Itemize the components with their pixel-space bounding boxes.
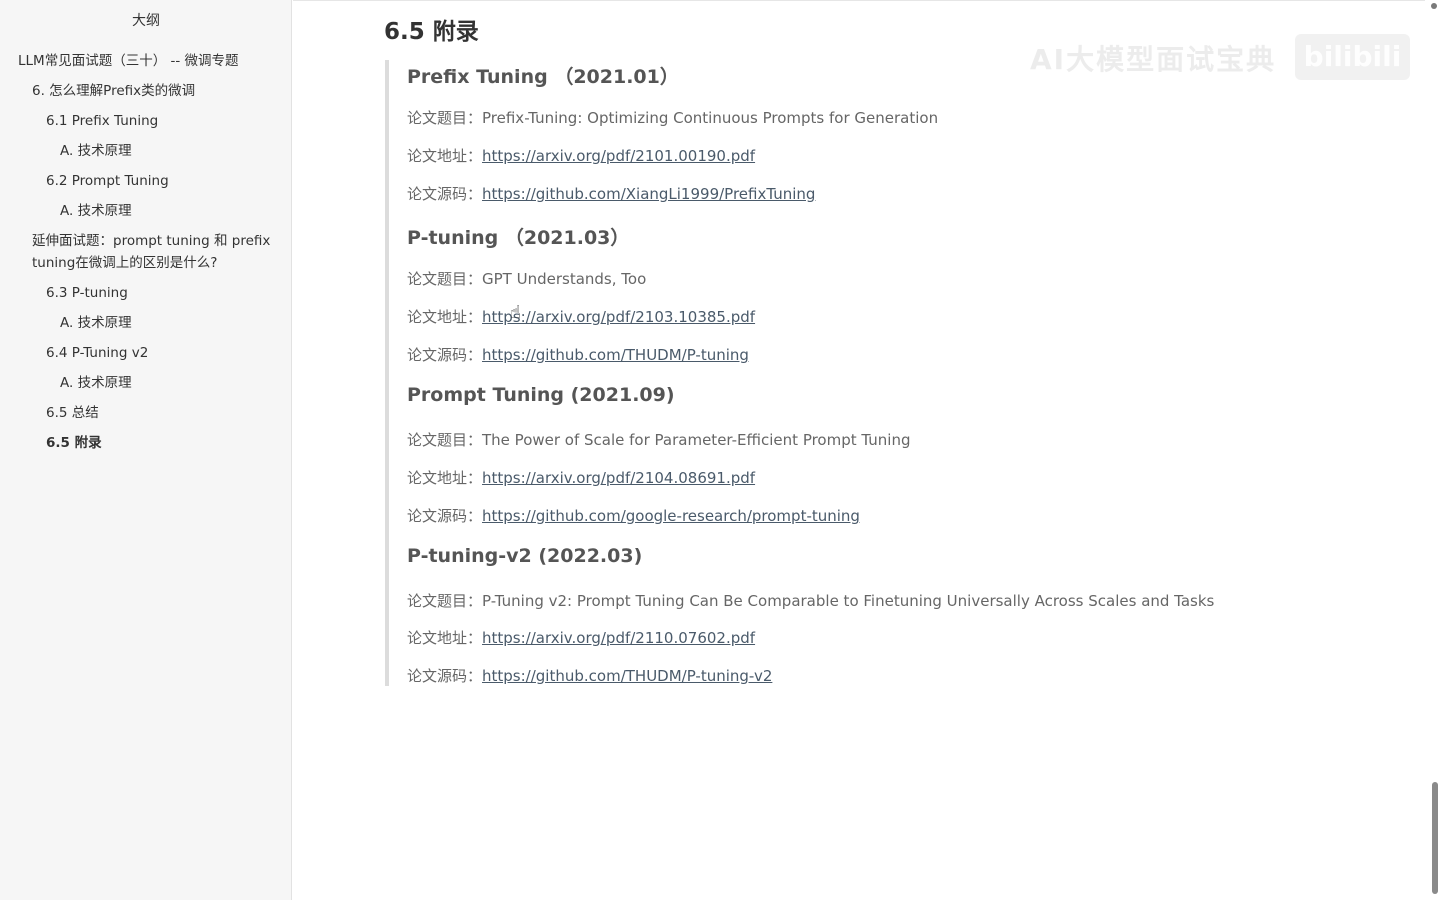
label: 论文源码： — [407, 507, 483, 525]
watermark-text: AI大模型面试宝典 — [1030, 43, 1277, 76]
outline-item[interactable]: 6.4 P-Tuning v2 — [0, 338, 292, 368]
paper-heading: Prompt Tuning (2021.09) — [407, 384, 675, 406]
outline-item[interactable]: 延伸面试题：prompt tuning 和 prefix tuning在微调上的… — [0, 226, 292, 278]
app-window: 大纲 LLM常见面试题（三十） -- 微调专题 6. 怎么理解Prefix类的微… — [0, 0, 1440, 900]
label: 论文地址： — [407, 629, 483, 647]
label: 论文地址： — [407, 308, 483, 326]
paper-code-line: 论文源码：https://github.com/THUDM/P-tuning — [407, 344, 749, 365]
section-heading: 6.5 附录 — [384, 19, 479, 45]
paper-url-line: 论文地址：https://arxiv.org/pdf/2103.10385.pd… — [407, 306, 755, 327]
paper-code-link[interactable]: https://github.com/XiangLi1999/PrefixTun… — [482, 185, 815, 203]
outline-item[interactable]: 6.3 P-tuning — [0, 278, 292, 308]
paper-url-line: 论文地址：https://arxiv.org/pdf/2104.08691.pd… — [407, 467, 755, 488]
outline-item[interactable]: A. 技术原理 — [0, 308, 292, 338]
paper-url-link[interactable]: https://arxiv.org/pdf/2104.08691.pdf — [482, 469, 755, 487]
paper-heading: Prefix Tuning （2021.01） — [407, 66, 679, 88]
divider — [293, 0, 1425, 1]
outline-item[interactable]: A. 技术原理 — [0, 136, 292, 166]
paper-code-line: 论文源码：https://github.com/google-research/… — [407, 505, 860, 526]
outline-list: LLM常见面试题（三十） -- 微调专题 6. 怎么理解Prefix类的微调 6… — [0, 46, 292, 458]
label: 论文地址： — [407, 469, 483, 487]
outline-item[interactable]: 6.2 Prompt Tuning — [0, 166, 292, 196]
paper-title-line: 论文题目：GPT Understands, Too — [407, 268, 646, 289]
paper-title: Prefix-Tuning: Optimizing Continuous Pro… — [482, 109, 939, 127]
paper-title-line: 论文题目：The Power of Scale for Parameter-Ef… — [407, 429, 911, 450]
outline-item[interactable]: LLM常见面试题（三十） -- 微调专题 — [0, 46, 292, 76]
paper-code-line: 论文源码：https://github.com/THUDM/P-tuning-v… — [407, 665, 772, 686]
outline-title: 大纲 — [132, 13, 160, 29]
label: 论文题目： — [407, 592, 483, 610]
paper-title-line: 论文题目：Prefix-Tuning: Optimizing Continuou… — [407, 107, 938, 128]
label: 论文源码： — [407, 185, 483, 203]
outline-item[interactable]: 6. 怎么理解Prefix类的微调 — [0, 76, 292, 106]
paper-url-link[interactable]: https://arxiv.org/pdf/2110.07602.pdf — [482, 629, 755, 647]
hand-cursor-icon: ☝ — [510, 302, 521, 323]
outline-item[interactable]: A. 技术原理 — [0, 368, 292, 398]
label: 论文题目： — [407, 109, 483, 127]
outline-item[interactable]: 6.1 Prefix Tuning — [0, 106, 292, 136]
outline-item[interactable]: A. 技术原理 — [0, 196, 292, 226]
paper-url-line: 论文地址：https://arxiv.org/pdf/2110.07602.pd… — [407, 627, 755, 648]
paper-heading: P-tuning （2021.03） — [407, 227, 630, 249]
label: 论文题目： — [407, 270, 483, 288]
paper-code-link[interactable]: https://github.com/THUDM/P-tuning-v2 — [482, 667, 772, 685]
paper-title: P-Tuning v2: Prompt Tuning Can Be Compar… — [482, 592, 1215, 610]
blockquote: Prefix Tuning （2021.01） 论文题目：Prefix-Tuni… — [385, 60, 1345, 686]
label: 论文源码： — [407, 346, 483, 364]
document-content: 6.5 附录 Prefix Tuning （2021.01） 论文题目：Pref… — [293, 0, 1425, 900]
paper-title: GPT Understands, Too — [482, 270, 647, 288]
paper-url-line: 论文地址：https://arxiv.org/pdf/2101.00190.pd… — [407, 145, 755, 166]
outline-sidebar: 大纲 LLM常见面试题（三十） -- 微调专题 6. 怎么理解Prefix类的微… — [0, 0, 292, 900]
label: 论文题目： — [407, 431, 483, 449]
outline-item[interactable]: 6.5 总结 — [0, 398, 292, 428]
scrollbar-thumb[interactable] — [1432, 782, 1438, 894]
paper-heading: P-tuning-v2 (2022.03) — [407, 545, 643, 567]
label: 论文地址： — [407, 147, 483, 165]
bilibili-logo-icon: bilibili — [1295, 34, 1410, 80]
paper-code-link[interactable]: https://github.com/google-research/promp… — [482, 507, 860, 525]
paper-code-line: 论文源码：https://github.com/XiangLi1999/Pref… — [407, 183, 815, 204]
label: 论文源码： — [407, 667, 483, 685]
scrollbar[interactable] — [1428, 0, 1440, 900]
paper-url-link[interactable]: https://arxiv.org/pdf/2103.10385.pdf — [482, 308, 755, 326]
paper-title: The Power of Scale for Parameter-Efficie… — [482, 431, 911, 449]
paper-url-link[interactable]: https://arxiv.org/pdf/2101.00190.pdf — [482, 147, 755, 165]
outline-item-active[interactable]: 6.5 附录 — [0, 428, 292, 458]
paper-code-link[interactable]: https://github.com/THUDM/P-tuning — [482, 346, 749, 364]
scroll-indicator-icon — [1431, 3, 1437, 9]
paper-title-line: 论文题目：P-Tuning v2: Prompt Tuning Can Be C… — [407, 590, 1214, 611]
